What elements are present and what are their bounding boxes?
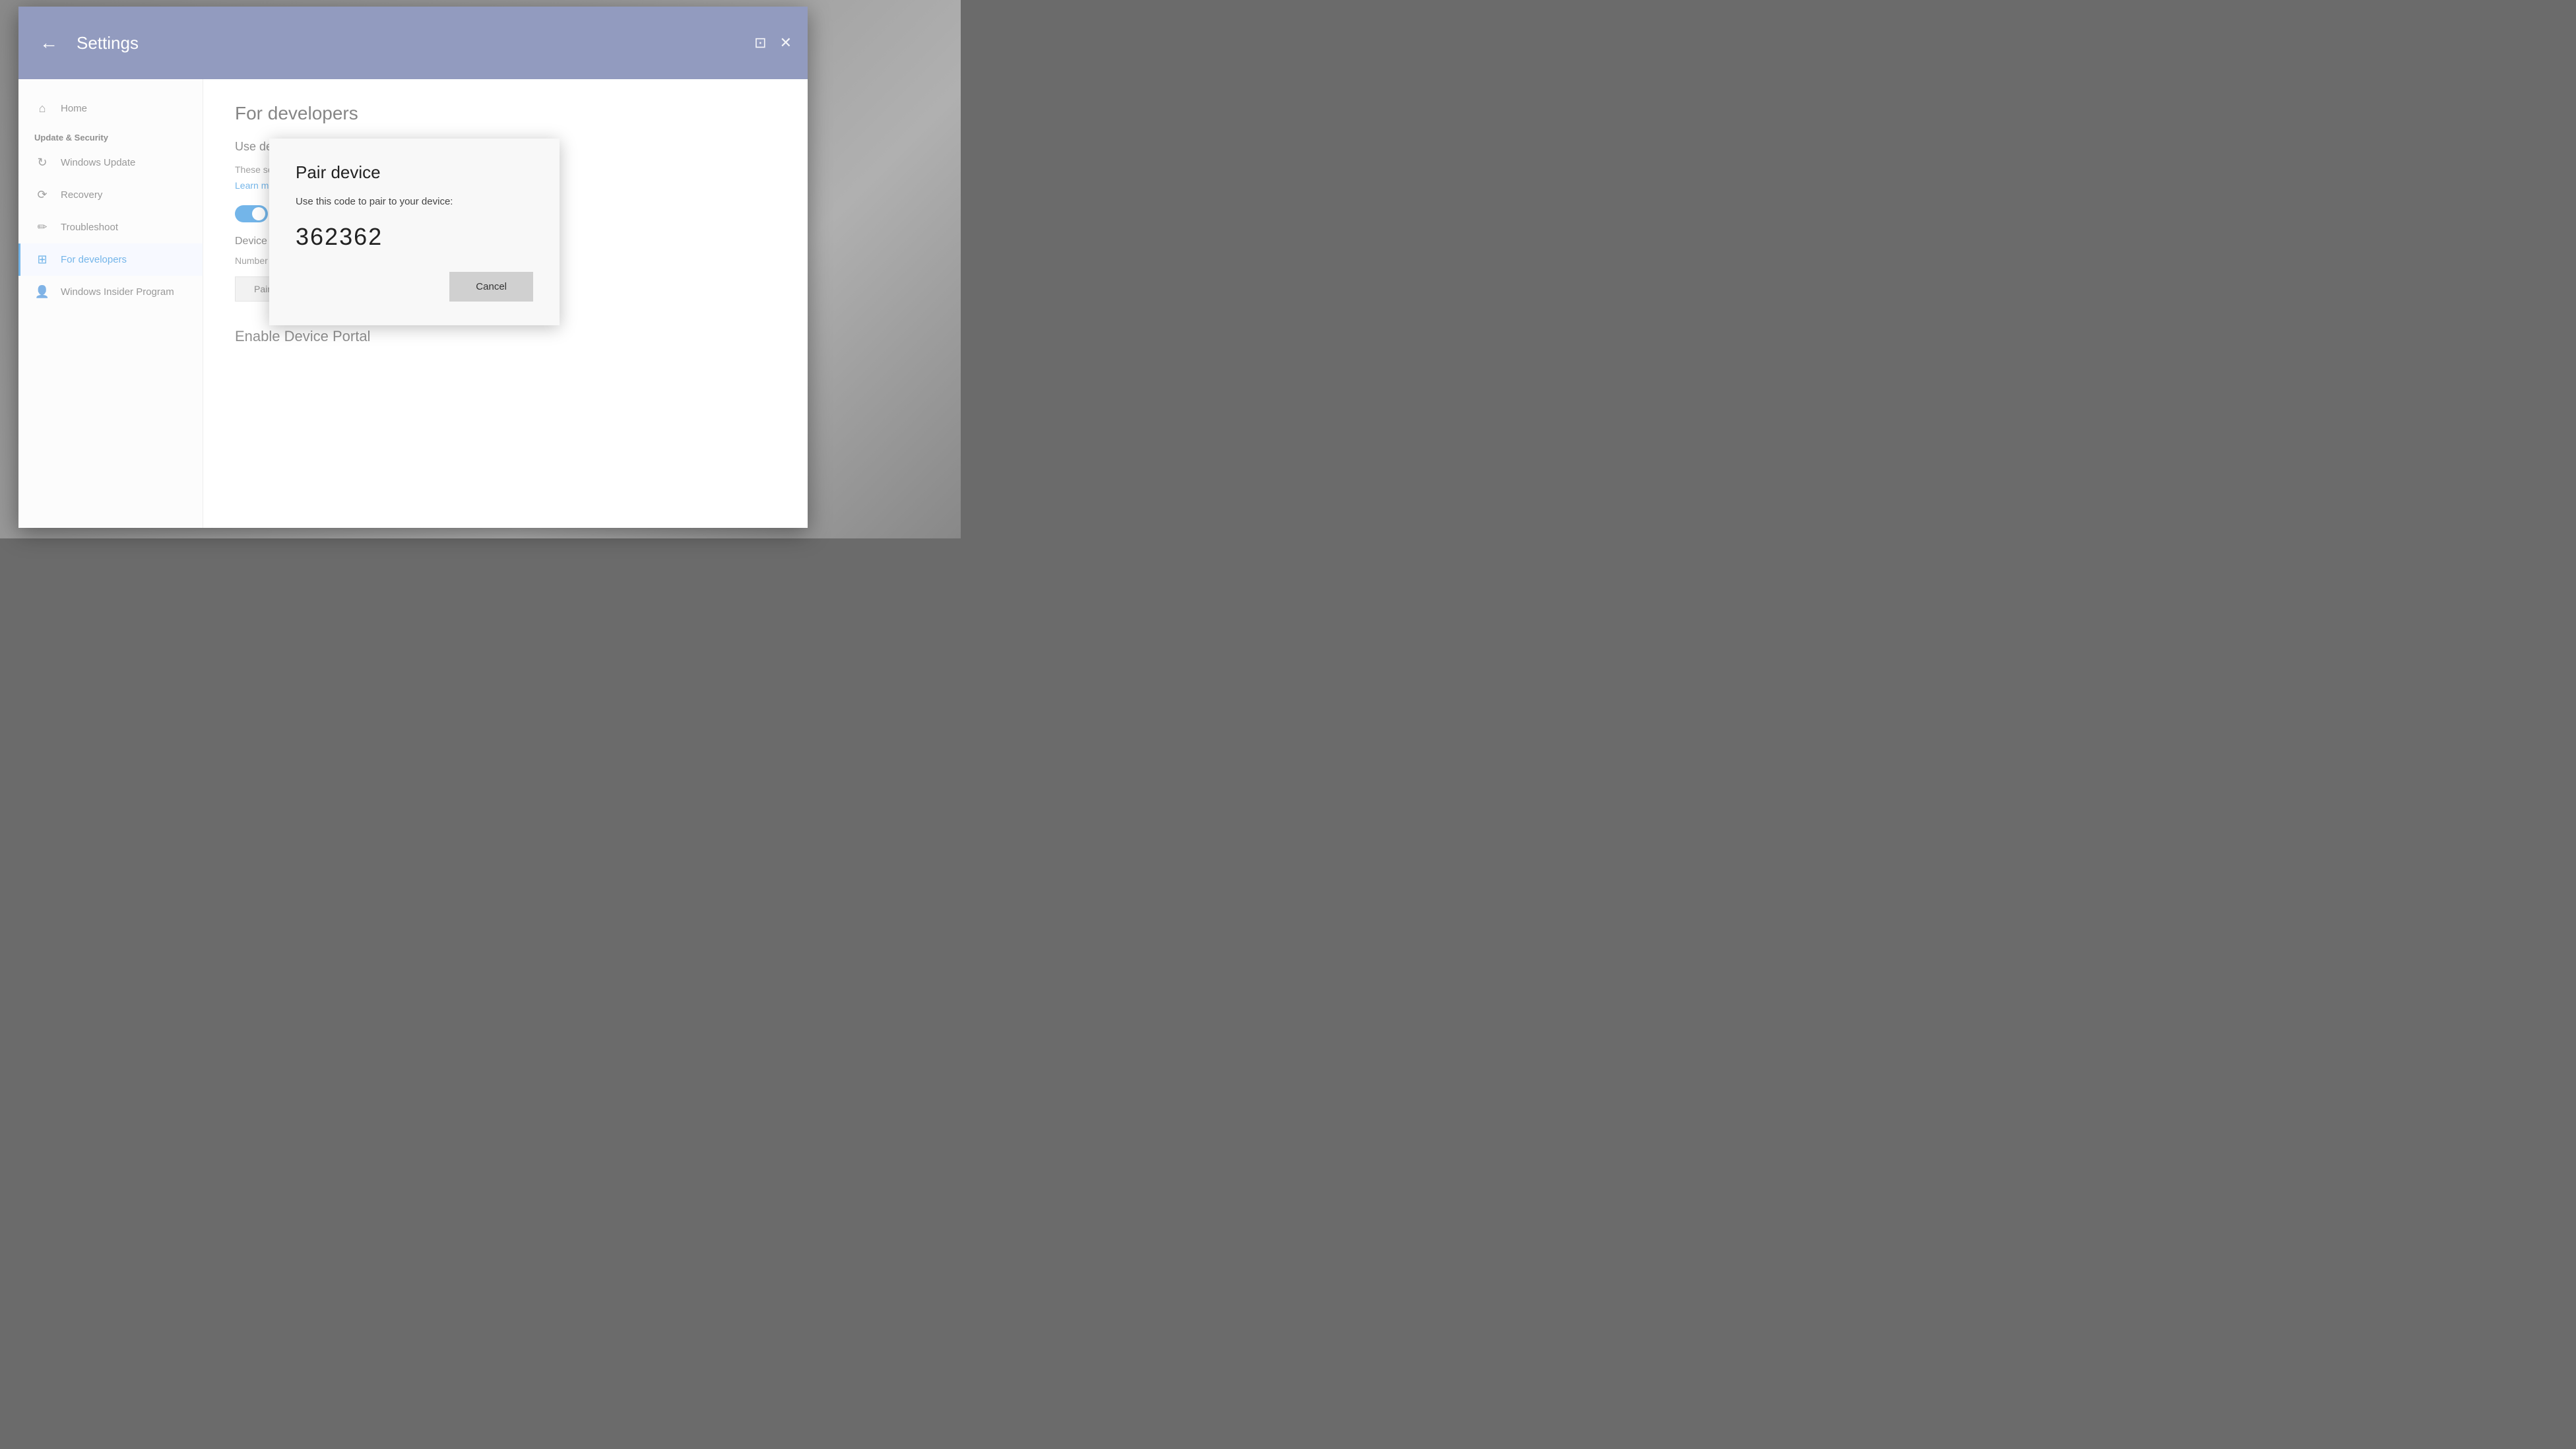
dialog-buttons: Cancel xyxy=(296,272,533,302)
pair-device-dialog: Pair device Use this code to pair to you… xyxy=(269,139,560,325)
cancel-button[interactable]: Cancel xyxy=(449,272,533,302)
settings-window: ← Settings ⊡ ✕ ⌂ Home Update & Security … xyxy=(18,7,808,528)
dialog-title: Pair device xyxy=(296,162,533,183)
dialog-description: Use this code to pair to your device: xyxy=(296,196,533,207)
dialog-code: 362362 xyxy=(296,223,533,251)
